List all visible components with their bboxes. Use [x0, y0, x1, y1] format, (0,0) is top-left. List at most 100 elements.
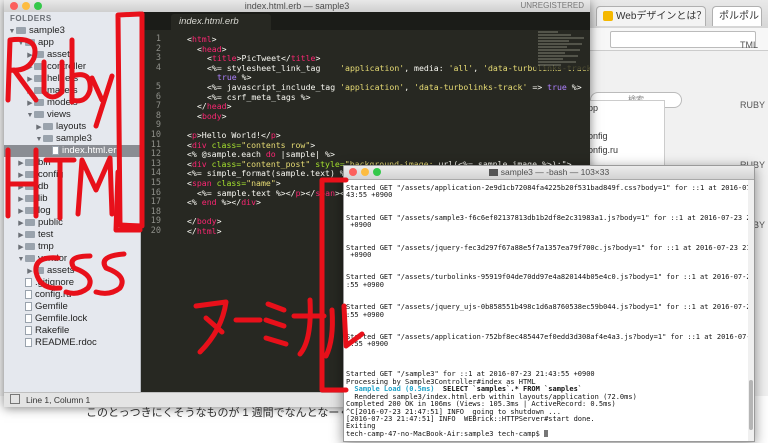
tree-item-label: config [38, 169, 64, 180]
terminal-line: Started GET "/assets/jquery_ujs-0b858551… [346, 303, 748, 312]
folder-sidebar: FOLDERS ▼ sample3 ▼ app ▶ assets ▶ controller ▶ h… [4, 12, 141, 392]
folder-icon [43, 123, 53, 130]
finder-item[interactable]: pp [584, 101, 664, 115]
line-number: 17 [150, 197, 161, 208]
file-icon [25, 290, 32, 299]
tree-file[interactable]: config.ru [4, 289, 140, 301]
code-line: <%= csrf_meta_tags %> [207, 92, 311, 102]
code-line: <body> [197, 111, 227, 121]
code-token: > [275, 178, 281, 188]
terminal-line: Started GET "/assets/turbolinks-95919f04… [346, 273, 748, 282]
folder-icon [34, 63, 44, 70]
file-icon [25, 302, 32, 311]
code-line: true %> [217, 72, 252, 82]
console-toggle-icon[interactable] [10, 394, 20, 404]
tree-folder[interactable]: ▶ tmp [4, 241, 140, 253]
tree-folder[interactable]: ▶ assets [4, 49, 140, 61]
tree-item-label: models [47, 97, 78, 108]
tree-folder[interactable]: ▼ app [4, 37, 140, 49]
code-token: head [206, 101, 227, 112]
folder-icon [43, 135, 53, 142]
terminal-scrollbar[interactable] [748, 180, 754, 441]
code-token: html [196, 226, 217, 236]
tree-folder[interactable]: ▼ views [4, 109, 140, 121]
terminal-line: :55 +0900 [346, 280, 384, 289]
tree-folder[interactable]: ▶ bin [4, 157, 140, 169]
line-number: 12 [150, 149, 161, 160]
code-line: <%= simple_format(sample.text) %> [187, 168, 350, 178]
code-token: </ [197, 101, 207, 112]
tree-file[interactable]: README.rdoc [4, 337, 140, 349]
tree-file[interactable]: .gitignore [4, 277, 140, 289]
tree-folder[interactable]: ▼ sample3 [4, 133, 140, 145]
folder-icon [34, 99, 44, 106]
finder-item[interactable]: onfig.ru [584, 143, 664, 157]
tree-file[interactable]: index.html.erb [4, 145, 140, 157]
code-token: > [310, 139, 316, 150]
tree-file[interactable]: Gemfile.lock [4, 313, 140, 325]
folders-heading: FOLDERS [10, 14, 52, 23]
code-token: > [221, 110, 227, 121]
terminal-minimize-icon[interactable] [361, 168, 369, 176]
tree-folder[interactable]: ▶ db [4, 181, 140, 193]
code-token: 'data-turbolinks-track' [414, 82, 528, 92]
tree-file[interactable]: Gemfile [4, 301, 140, 313]
code-token: <% [187, 197, 202, 208]
tree-item-label: Rakefile [35, 325, 70, 336]
code-line: <span class="name"> [187, 178, 281, 188]
tree-folder[interactable]: ▶ models [4, 97, 140, 109]
minimap[interactable] [534, 30, 590, 70]
tree-folder[interactable]: ▶ controller [4, 61, 140, 73]
tree-folder[interactable]: ▶ config [4, 169, 140, 181]
code-line: <head> [197, 44, 227, 54]
tree-folder[interactable]: ▶ test [4, 229, 140, 241]
address-bar[interactable] [610, 31, 756, 48]
file-tree: ▼ sample3 ▼ app ▶ assets ▶ controller ▶ helpers ▶ m… [4, 25, 140, 349]
tree-folder[interactable]: ▶ public [4, 217, 140, 229]
terminal-line: Started GET "/assets/jquery-fec3d297f67a… [346, 243, 748, 252]
code-token: do [265, 149, 276, 160]
tree-file[interactable]: Rakefile [4, 325, 140, 337]
tree-item-label: Gemfile.lock [35, 313, 88, 324]
tree-folder[interactable]: ▶ layouts [4, 121, 140, 133]
code-token: %> [236, 72, 252, 83]
code-token: div [191, 139, 207, 150]
terminal-output[interactable]: Started GET "/assets/application-2e9d1cb… [344, 180, 748, 441]
tree-folder[interactable]: ▶ log [4, 205, 140, 217]
browser-tab-web[interactable]: Webデザインとは？W [596, 6, 706, 26]
code-token: "contents row" [241, 139, 311, 150]
terminal-scroll-thumb[interactable] [749, 380, 753, 430]
code-token: |sample| %> [275, 149, 335, 160]
tree-folder[interactable]: ▼ vendor [4, 253, 140, 265]
terminal-titlebar: sample3 — -bash — 103×33 [344, 166, 754, 180]
tree-folder[interactable]: ▶ mailers [4, 85, 140, 97]
tree-folder[interactable]: ▶ lib [4, 193, 140, 205]
code-line: </body> [187, 216, 222, 226]
code-token: , [404, 82, 415, 92]
code-token: body [201, 110, 222, 121]
code-token: true [217, 72, 237, 83]
code-token: => [527, 82, 548, 92]
line-number: 6 [155, 91, 161, 102]
tree-item-label: views [47, 109, 71, 120]
editor-tab-index-html-erb[interactable]: index.html.erb [171, 14, 271, 30]
tab-label: Webデザインとは？W [616, 11, 706, 22]
line-number: 7 [155, 101, 161, 112]
code-line: </html> [187, 226, 222, 236]
cursor-position: Line 1, Column 1 [26, 395, 91, 405]
code-token: <%= stylesheet_link_tag [207, 62, 341, 73]
tree-folder[interactable]: ▶ helpers [4, 73, 140, 85]
terminal-close-icon[interactable] [349, 168, 357, 176]
code-token: > [211, 34, 217, 44]
code-line: <%= sample.text %></p></span></p> [197, 188, 360, 198]
tree-folder[interactable]: ▶ assets [4, 265, 140, 277]
code-line: <% @sample.each do |sample| %> [187, 149, 335, 159]
browser-profile-button[interactable]: ポルポル [712, 6, 762, 26]
folder-icon [25, 39, 35, 46]
tab-favicon-icon [603, 11, 613, 22]
finder-item[interactable] [584, 115, 664, 129]
tree-folder[interactable]: ▼ sample3 [4, 25, 140, 37]
finder-item[interactable]: onfig [584, 129, 664, 143]
terminal-zoom-icon[interactable] [373, 168, 381, 176]
line-number: 16 [150, 187, 161, 198]
